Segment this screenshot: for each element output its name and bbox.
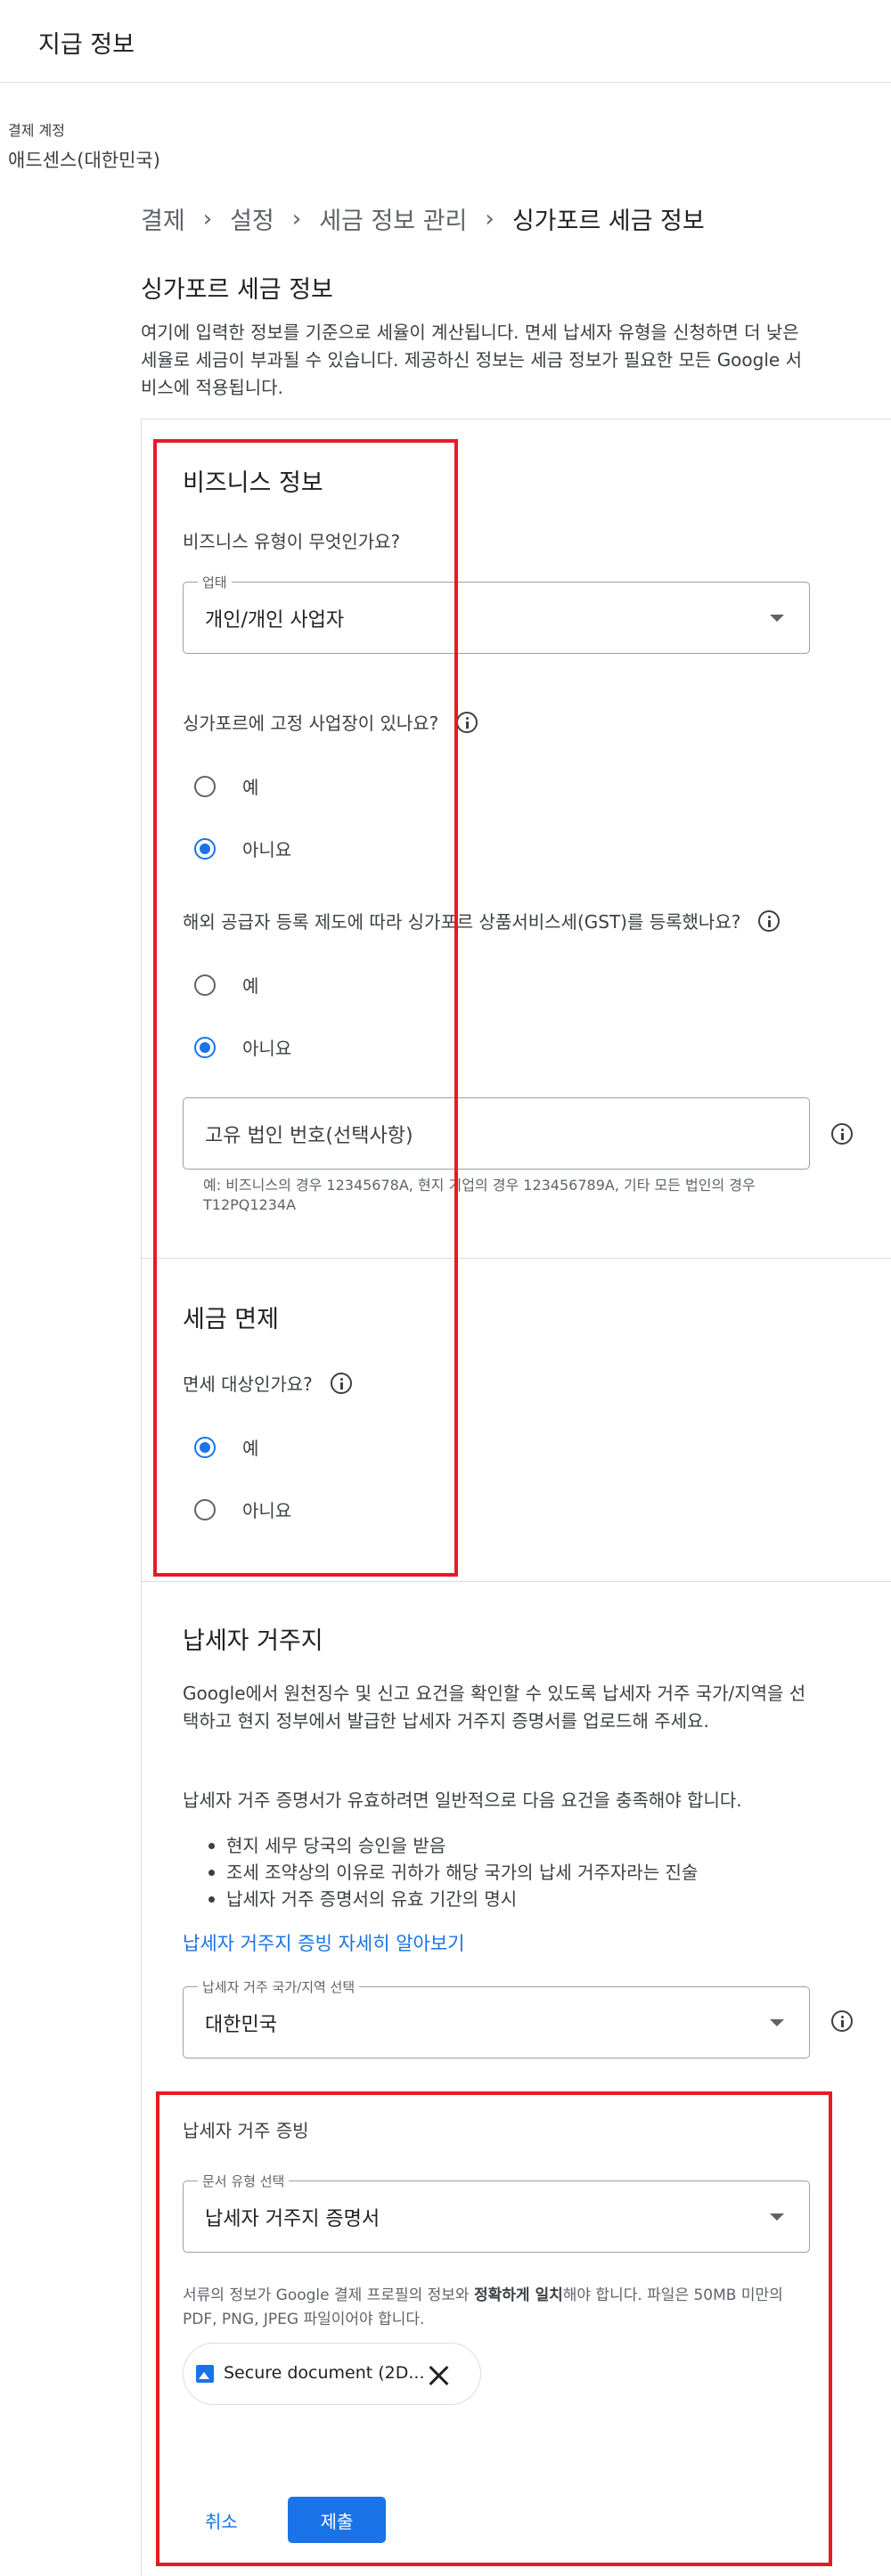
radio-label: 예 <box>242 975 259 997</box>
gst-question: 해외 공급자 등록 제도에 따라 싱가포르 상품서비스세(GST)를 등록했나요… <box>183 908 781 933</box>
dropdown-arrow-icon <box>770 2213 784 2221</box>
breadcrumb-item-settings[interactable]: 설정 <box>230 201 274 236</box>
radio-unselected[interactable] <box>194 1498 216 1520</box>
radio-selected[interactable] <box>194 837 216 860</box>
residency-requirements-intro: 납세자 거주 증명서가 유효하려면 일반적으로 다음 요건을 충족해야 합니다. <box>183 1789 742 1811</box>
radio-label: 아니요 <box>242 1500 292 1521</box>
dropdown-arrow-icon <box>770 2018 784 2026</box>
exemption-option-no[interactable]: 아니요 <box>194 1496 291 1522</box>
proof-heading: 납세자 거주 증빙 <box>183 2120 309 2141</box>
exemption-heading: 세금 면제 <box>183 1306 279 1333</box>
chevron-right-icon: › <box>291 205 302 232</box>
radio-label: 아니요 <box>242 1038 292 1059</box>
radio-label: 예 <box>242 1438 259 1459</box>
gst-option-no[interactable]: 아니요 <box>194 1034 291 1060</box>
top-bar: 지급 정보 <box>0 0 891 83</box>
residency-description: Google에서 원천징수 및 신고 요건을 확인할 수 있도록 납세자 거주 … <box>183 1683 806 1732</box>
exemption-question: 면세 대상인가요? <box>183 1370 352 1396</box>
breadcrumb-item-current: 싱가포르 세금 정보 <box>511 208 705 235</box>
gst-question-text: 해외 공급자 등록 제도에 따라 싱가포르 상품서비스세(GST)를 등록했나요… <box>183 911 741 933</box>
info-icon[interactable] <box>831 2010 853 2032</box>
fixed-place-option-yes[interactable]: 예 <box>194 773 258 799</box>
cancel-button[interactable]: 취소 <box>205 2507 238 2533</box>
document-type-select[interactable]: 문서 유형 선택 납세자 거주지 증명서 <box>183 2172 810 2253</box>
list-item: 현지 세무 당국의 승인을 받음 <box>203 1832 827 1859</box>
submit-button[interactable]: 제출 <box>288 2497 386 2543</box>
section-intro: 여기에 입력한 정보를 기준으로 세율이 계산됩니다. 면세 납세자 유형을 신… <box>141 322 802 398</box>
document-requirement-note: 서류의 정보가 Google 결제 프로필의 정보와 정확하게 일치해야 합니다… <box>183 2284 811 2332</box>
info-icon[interactable] <box>330 1372 352 1394</box>
uen-helper-text: 예: 비즈니스의 경우 12345678A, 현지 기업의 경우 1234567… <box>203 1177 756 1213</box>
business-type-value: 개인/개인 사업자 <box>205 608 345 632</box>
section-divider <box>141 1581 891 1582</box>
fixed-place-option-no[interactable]: 아니요 <box>194 836 291 861</box>
document-type-value: 납세자 거주지 증명서 <box>205 2207 380 2230</box>
image-file-icon <box>196 2365 214 2383</box>
radio-unselected[interactable] <box>194 974 216 996</box>
radio-selected[interactable] <box>194 1036 216 1058</box>
uploaded-file-name: Secure document (2D... <box>224 2363 425 2383</box>
breadcrumb-item-billing[interactable]: 결제 <box>141 201 185 236</box>
exemption-question-text: 면세 대상인가요? <box>183 1374 313 1395</box>
business-type-select[interactable]: 업태 개인/개인 사업자 <box>183 573 810 654</box>
account-label: 결제 계정 <box>8 122 65 139</box>
fixed-place-question: 싱가포르에 고정 사업장이 있나요? <box>183 709 478 735</box>
uploaded-file-chip: Secure document (2D... <box>183 2343 481 2405</box>
business-type-question: 비즈니스 유형이 무엇인가요? <box>183 531 401 552</box>
residency-country-select[interactable]: 납세자 거주 국가/지역 선택 대한민국 <box>183 1977 810 2058</box>
uen-input[interactable]: 고유 법인 번호(선택사항) <box>183 1097 810 1170</box>
residency-requirements-list: 현지 세무 당국의 승인을 받음 조세 조약상의 이유로 귀하가 해당 국가의 … <box>203 1832 827 1912</box>
radio-label: 아니요 <box>242 839 292 860</box>
note-emphasis: 정확하게 일치 <box>473 2287 563 2304</box>
breadcrumb: 결제 › 설정 › 세금 정보 관리 › 싱가포르 세금 정보 <box>141 201 705 236</box>
business-heading: 비즈니스 정보 <box>183 469 323 497</box>
gst-option-yes[interactable]: 예 <box>194 972 258 998</box>
info-icon[interactable] <box>456 711 478 733</box>
chevron-right-icon: › <box>485 205 495 232</box>
uen-placeholder: 고유 법인 번호(선택사항) <box>205 1124 413 1147</box>
radio-selected[interactable] <box>194 1436 216 1458</box>
info-icon[interactable] <box>831 1123 853 1145</box>
info-icon[interactable] <box>758 909 781 932</box>
page-title: 지급 정보 <box>38 31 135 59</box>
account-name[interactable]: 애드센스(대한민국) <box>8 146 160 173</box>
dropdown-arrow-icon <box>770 614 784 622</box>
chevron-right-icon: › <box>202 205 213 232</box>
exemption-option-yes[interactable]: 예 <box>194 1434 258 1460</box>
list-item: 납세자 거주 증명서의 유효 기간의 명시 <box>203 1886 827 1912</box>
breadcrumb-item-tax-info[interactable]: 세금 정보 관리 <box>319 201 467 236</box>
residency-learn-more-link[interactable]: 납세자 거주지 증빙 자세히 알아보기 <box>183 1929 465 1956</box>
close-icon[interactable] <box>427 2363 452 2388</box>
residency-country-value: 대한민국 <box>205 2013 277 2036</box>
residency-country-label: 납세자 거주 국가/지역 선택 <box>198 1977 360 1996</box>
note-text: 서류의 정보가 Google 결제 프로필의 정보와 <box>183 2287 474 2304</box>
list-item: 조세 조약상의 이유로 귀하가 해당 국가의 납세 거주자라는 진술 <box>203 1859 827 1886</box>
radio-label: 예 <box>242 777 259 798</box>
fixed-place-question-text: 싱가포르에 고정 사업장이 있나요? <box>183 713 439 734</box>
radio-unselected[interactable] <box>194 775 216 797</box>
document-type-label: 문서 유형 선택 <box>198 2172 290 2190</box>
section-divider <box>141 1258 891 1259</box>
residency-heading: 납세자 거주지 <box>183 1627 323 1655</box>
section-title: 싱가포르 세금 정보 <box>141 276 333 304</box>
business-type-label: 업태 <box>198 573 232 591</box>
